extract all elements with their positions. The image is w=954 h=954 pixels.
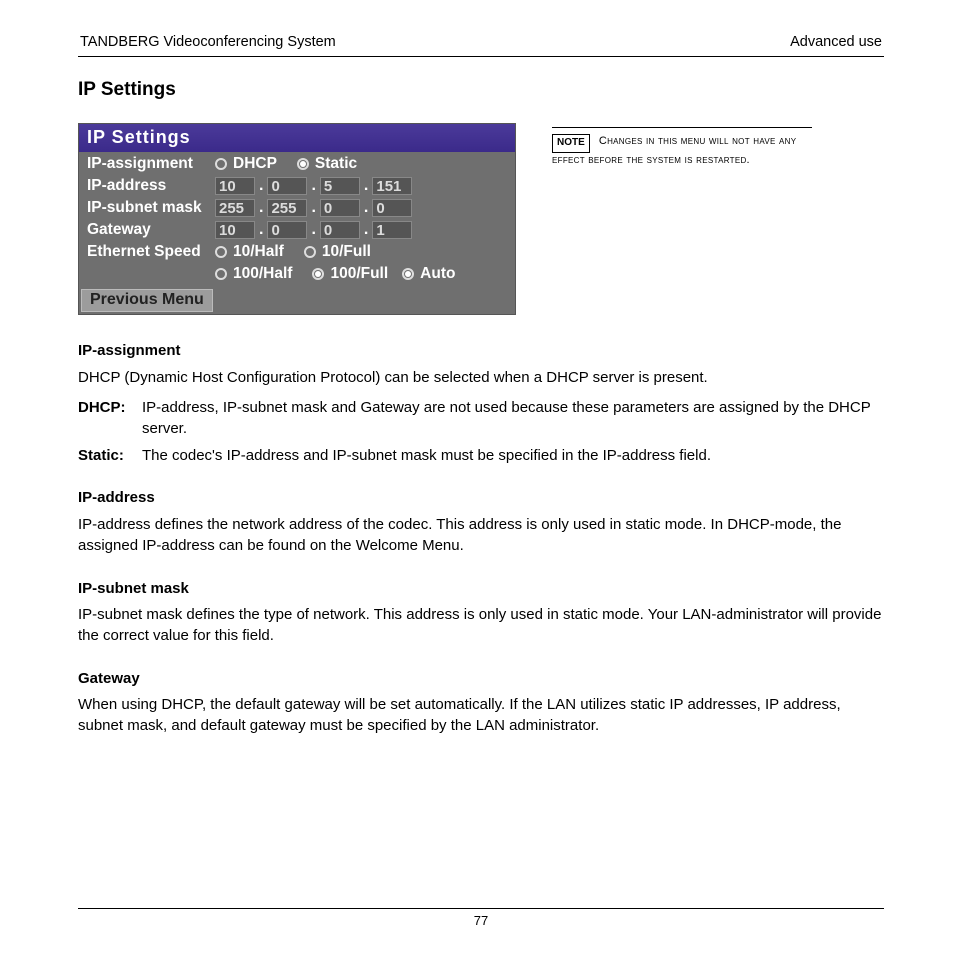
note-tag: NOTE — [552, 134, 590, 153]
radio-icon — [304, 246, 316, 258]
previous-menu-button[interactable]: Previous Menu — [81, 289, 213, 312]
page-header: TANDBERG Videoconferencing System Advanc… — [78, 34, 884, 56]
text-static: The codec's IP-address and IP-subnet mas… — [142, 446, 884, 467]
page-footer: 77 — [78, 908, 884, 928]
dot-icon: . — [255, 177, 267, 195]
radio-icon — [312, 268, 324, 280]
heading-ip-assignment: IP-assignment — [78, 341, 884, 362]
radio-auto[interactable]: Auto — [402, 265, 455, 283]
dot-icon: . — [360, 177, 372, 195]
heading-ip-subnet: IP-subnet mask — [78, 579, 884, 600]
heading-gateway: Gateway — [78, 669, 884, 690]
gateway-octet-2[interactable]: 0 — [267, 221, 307, 239]
subnet-octet-1[interactable]: 255 — [215, 199, 255, 217]
radio-icon — [297, 158, 309, 170]
radio-icon — [402, 268, 414, 280]
radio-auto-label: Auto — [420, 265, 455, 283]
def-dhcp: DHCP: IP-address, IP-subnet mask and Gat… — [78, 398, 884, 439]
radio-100-half[interactable]: 100/Half — [215, 265, 292, 283]
ip-settings-panel: IP Settings IP-assignment DHCP Static — [78, 123, 516, 315]
row-ethernet-speed-2: . 100/Half 100/Full Auto — [85, 263, 511, 285]
document-body: IP-assignment DHCP (Dynamic Host Configu… — [78, 341, 884, 737]
radio-icon — [215, 268, 227, 280]
label-ip-address: IP-address — [85, 177, 215, 195]
header-rule — [78, 56, 884, 57]
dot-icon: . — [255, 199, 267, 217]
label-ethernet-speed: Ethernet Speed — [85, 243, 215, 261]
text-gateway: When using DHCP, the default gateway wil… — [78, 695, 884, 736]
text-ip-address: IP-address defines the network address o… — [78, 515, 884, 556]
text-ip-assignment-intro: DHCP (Dynamic Host Configuration Protoco… — [78, 368, 884, 389]
text-dhcp: IP-address, IP-subnet mask and Gateway a… — [142, 398, 884, 439]
header-right: Advanced use — [790, 34, 882, 50]
radio-dhcp-label: DHCP — [233, 155, 277, 173]
radio-icon — [215, 158, 227, 170]
term-static: Static: — [78, 446, 142, 467]
gateway-octet-3[interactable]: 0 — [320, 221, 360, 239]
radio-100-half-label: 100/Half — [233, 265, 292, 283]
radio-100-full[interactable]: 100/Full — [312, 265, 388, 283]
ip-address-octet-2[interactable]: 0 — [267, 177, 307, 195]
dot-icon: . — [360, 221, 372, 239]
radio-icon — [215, 246, 227, 258]
gateway-octet-4[interactable]: 1 — [372, 221, 412, 239]
heading-ip-address: IP-address — [78, 488, 884, 509]
row-ip-subnet: IP-subnet mask 255 . 255 . 0 . 0 — [85, 197, 511, 219]
page-title: IP Settings — [78, 79, 884, 101]
radio-100-full-label: 100/Full — [330, 265, 388, 283]
ip-address-octet-3[interactable]: 5 — [320, 177, 360, 195]
row-ip-assignment: IP-assignment DHCP Static — [85, 153, 511, 175]
dot-icon: . — [307, 177, 319, 195]
dot-icon: . — [307, 221, 319, 239]
label-ip-assignment: IP-assignment — [85, 155, 215, 173]
label-gateway: Gateway — [85, 221, 215, 239]
term-dhcp: DHCP: — [78, 398, 142, 439]
subnet-octet-4[interactable]: 0 — [372, 199, 412, 217]
radio-static-label: Static — [315, 155, 357, 173]
page-number: 77 — [474, 913, 488, 928]
subnet-octet-2[interactable]: 255 — [267, 199, 307, 217]
label-ip-subnet: IP-subnet mask — [85, 199, 215, 217]
gateway-octet-1[interactable]: 10 — [215, 221, 255, 239]
radio-dhcp[interactable]: DHCP — [215, 155, 277, 173]
def-static: Static: The codec's IP-address and IP-su… — [78, 446, 884, 467]
radio-static[interactable]: Static — [297, 155, 357, 173]
subnet-octet-3[interactable]: 0 — [320, 199, 360, 217]
text-ip-subnet: IP-subnet mask defines the type of netwo… — [78, 605, 884, 646]
ip-address-octet-1[interactable]: 10 — [215, 177, 255, 195]
row-ip-address: IP-address 10 . 0 . 5 . 151 — [85, 175, 511, 197]
radio-10-half[interactable]: 10/Half — [215, 243, 284, 261]
radio-10-half-label: 10/Half — [233, 243, 284, 261]
dot-icon: . — [307, 199, 319, 217]
radio-10-full[interactable]: 10/Full — [304, 243, 371, 261]
panel-title: IP Settings — [79, 124, 515, 152]
radio-10-full-label: 10/Full — [322, 243, 371, 261]
dot-icon: . — [255, 221, 267, 239]
ip-address-octet-4[interactable]: 151 — [372, 177, 412, 195]
dot-icon: . — [360, 199, 372, 217]
row-ethernet-speed-1: Ethernet Speed 10/Half 10/Full — [85, 241, 511, 263]
row-gateway: Gateway 10 . 0 . 0 . 1 — [85, 219, 511, 241]
header-left: TANDBERG Videoconferencing System — [80, 34, 336, 50]
note-block: NOTE Changes in this menu will not have … — [552, 127, 812, 168]
